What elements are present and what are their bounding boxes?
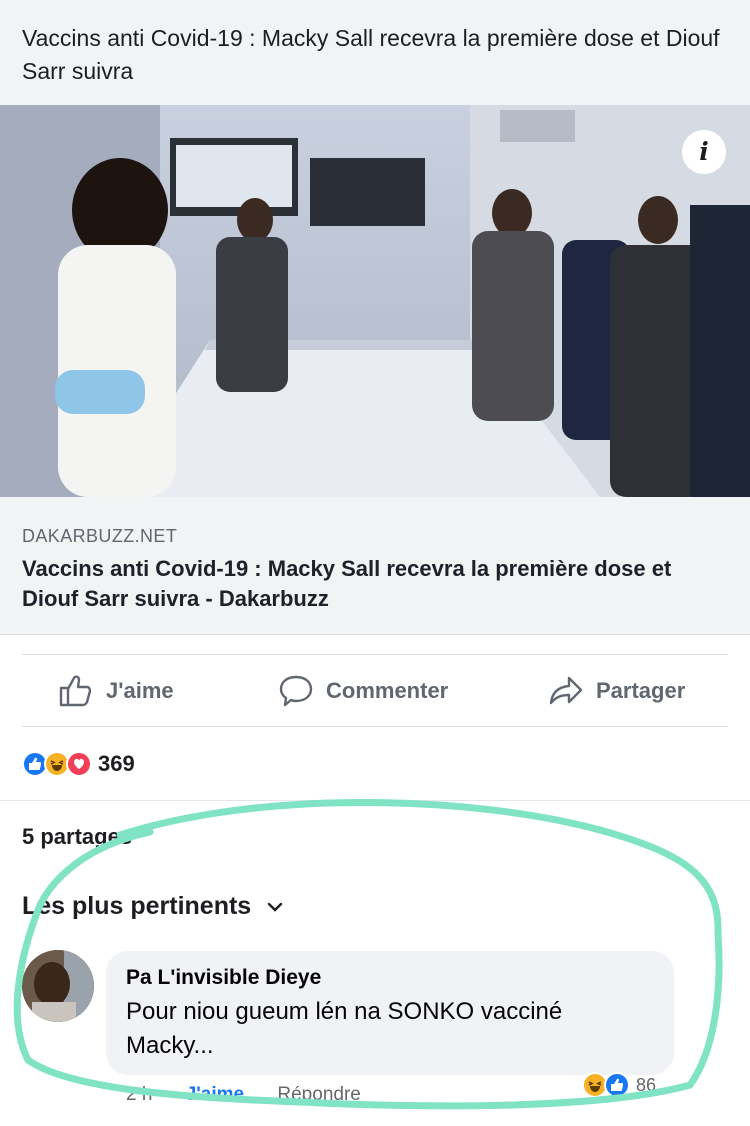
comment-reaction-count: 86: [636, 1074, 657, 1095]
comment-sort-label: Les plus pertinents: [22, 892, 252, 920]
shares-count[interactable]: 5 partages: [22, 824, 132, 850]
comment-icon: [279, 675, 313, 707]
avatar-image: [22, 950, 94, 1022]
like-icon: [604, 1072, 630, 1098]
action-bar: J'aime Commenter Partager: [0, 656, 750, 726]
divider: [22, 726, 728, 727]
divider: [0, 800, 750, 801]
share-label: Partager: [596, 678, 686, 703]
link-title[interactable]: Vaccins anti Covid-19 : Macky Sall recev…: [22, 554, 728, 614]
comment-reply-button[interactable]: Répondre: [277, 1084, 360, 1105]
link-domain: DAKARBUZZ.NET: [22, 526, 178, 546]
link-preview-card[interactable]: DAKARBUZZ.NET Vaccins anti Covid-19 : Ma…: [0, 497, 750, 635]
comment-like-button[interactable]: J'aime: [186, 1084, 244, 1105]
like-button[interactable]: J'aime: [58, 656, 174, 726]
share-button[interactable]: Partager: [548, 656, 685, 726]
share-icon: [549, 676, 583, 705]
love-icon: [66, 751, 92, 777]
comment-actions: 2 h J'aime Répondre: [126, 1084, 389, 1106]
comment-time: 2 h: [126, 1084, 153, 1105]
thumbs-up-icon: [59, 675, 92, 707]
reaction-summary[interactable]: 369: [22, 748, 135, 780]
comment-text: Pour niou gueum lén na SONKO vacciné Mac…: [126, 998, 563, 1059]
comment-reactions[interactable]: 86: [582, 1072, 656, 1098]
chevron-down-icon: [268, 902, 283, 912]
info-icon[interactable]: i: [682, 130, 726, 174]
link-preview-image[interactable]: i: [0, 105, 750, 497]
comment-button[interactable]: Commenter: [278, 656, 448, 726]
comment-sort-dropdown[interactable]: Les plus pertinents: [22, 892, 283, 921]
photo-illustration: [0, 105, 750, 497]
post-text: Vaccins anti Covid-19 : Macky Sall recev…: [0, 0, 750, 105]
comment-bubble: Pa L'invisible Dieye Pour niou gueum lén…: [106, 951, 674, 1075]
like-label: J'aime: [106, 678, 174, 703]
avatar[interactable]: [22, 950, 94, 1022]
reaction-count: 369: [98, 751, 135, 776]
comment-label: Commenter: [326, 678, 449, 703]
comment-author[interactable]: Pa L'invisible Dieye: [126, 965, 654, 991]
divider: [22, 654, 728, 655]
